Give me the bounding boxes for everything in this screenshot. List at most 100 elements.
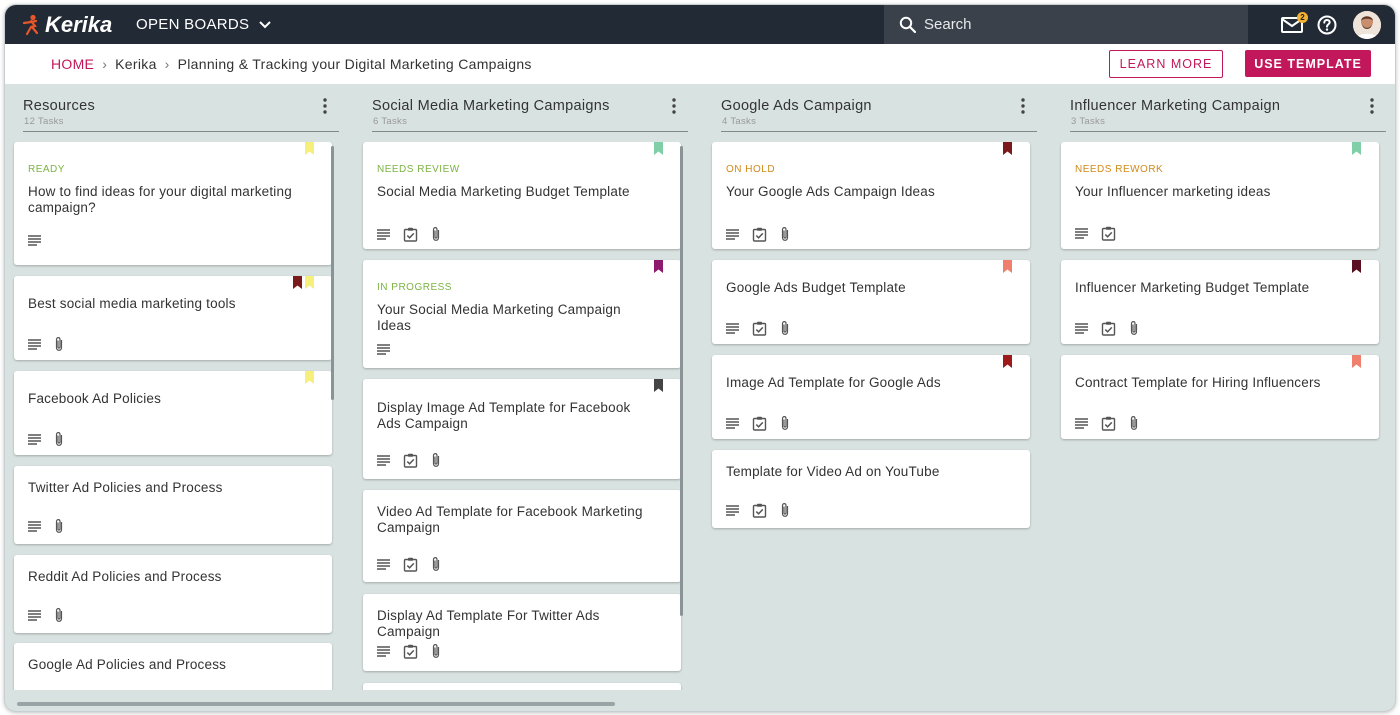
avatar[interactable] [1353,10,1381,39]
card-icons [28,235,54,246]
description-icon [377,645,390,657]
task-card[interactable] [363,683,681,690]
bookmark-flag-icon [305,276,314,289]
bookmark-flag-icon [1003,260,1012,273]
column-resources: Resources 12 Tasks READY How to find ideas … [9,84,339,690]
card-icons [377,452,454,468]
column-title: Resources [23,98,96,114]
description-icon [28,520,41,532]
column-social-media-marketing-campaigns: Social Media Marketing Campaigns 6 Tasks N… [358,84,688,690]
checklist-icon [403,227,418,242]
task-card[interactable]: Reddit Ad Policies and Process [14,555,332,633]
app-name: Kerika [45,12,113,37]
more-vertical-icon [672,98,676,114]
checklist-icon [403,557,418,572]
task-card[interactable]: Display Ad Template For Twitter Ads Camp… [363,594,681,671]
kerika-logo-icon [22,14,39,36]
attachment-icon [431,452,441,468]
use-template-button[interactable]: USE TEMPLATE [1245,50,1371,77]
card-title: Twitter Ad Policies and Process [28,480,223,495]
task-card[interactable]: Display Image Ad Template for Facebook A… [363,379,681,479]
task-card[interactable]: ON HOLD Your Google Ads Campaign Ideas [712,142,1030,249]
column-header: Google Ads Campaign 4 Tasks [707,84,1037,132]
card-list: READY How to find ideas for your digital … [9,142,339,690]
column-menu-button[interactable] [1021,98,1025,119]
task-card[interactable]: Facebook Ad Policies [14,371,332,455]
breadcrumb-board: Planning & Tracking your Digital Marketi… [177,56,532,72]
column-task-count: 3 Tasks [1071,116,1106,127]
card-title: Best social media marketing tools [28,296,236,311]
task-card[interactable]: NEEDS REVIEW Social Media Marketing Budge… [363,142,681,249]
breadcrumb-home[interactable]: HOME [51,56,94,72]
task-card[interactable]: Google Ads Budget Template [712,260,1030,344]
card-list: NEEDS REVIEW Social Media Marketing Budge… [358,142,688,690]
open-boards-menu[interactable]: OPEN BOARDS [136,5,272,44]
breadcrumb-bar: HOME › Kerika › Planning & Tracking your… [5,44,1395,84]
column-google-ads-campaign: Google Ads Campaign 4 Tasks ON HOLD Your Go… [707,84,1037,690]
card-icons [726,320,803,336]
chevron-right-icon: › [164,56,170,72]
bookmark-flag-icon [654,260,663,273]
board-horizontal-scrollbar[interactable] [17,702,615,706]
more-vertical-icon [1021,98,1025,114]
card-title: Influencer Marketing Budget Template [1075,280,1310,295]
status-label: NEEDS REVIEW [377,164,460,175]
description-icon [28,338,41,350]
attachment-icon [431,556,441,572]
task-card[interactable]: Video Ad Template for Facebook Marketing… [363,490,681,582]
attachment-icon [431,643,441,659]
bookmark-flag-icon [1352,355,1361,368]
column-header: Social Media Marketing Campaigns 6 Tasks [358,84,688,132]
avatar-icon [1353,10,1381,39]
attachment-icon [54,336,64,352]
attachment-icon [780,226,790,242]
task-card[interactable]: Influencer Marketing Budget Template [1061,260,1379,344]
task-card[interactable]: NEEDS REWORK Your Influencer marketing id… [1061,142,1379,249]
status-label: READY [28,164,65,175]
card-title: Video Ad Template for Facebook Marketing… [377,504,643,535]
search-placeholder: Search [924,16,972,33]
card-title: Reddit Ad Policies and Process [28,569,222,584]
task-card[interactable]: Best social media marketing tools [14,276,332,360]
task-card[interactable]: Contract Template for Hiring Influencers [1061,355,1379,439]
description-icon [28,235,41,246]
card-title: Display Image Ad Template for Facebook A… [377,400,631,431]
social-media-scrollbar[interactable] [680,146,683,616]
column-menu-button[interactable] [672,98,676,119]
card-icons [726,415,803,431]
attachment-icon [1129,320,1139,336]
description-icon [28,609,41,621]
bookmark-flag-icon [654,379,663,392]
description-icon [726,417,739,429]
card-title: Google Ads Budget Template [726,280,906,295]
card-title: Your Influencer marketing ideas [1075,184,1271,199]
task-card[interactable]: Image Ad Template for Google Ads [712,355,1030,439]
column-menu-button[interactable] [323,98,327,119]
description-icon [28,433,41,445]
mail-button[interactable]: 2 [1281,11,1308,33]
task-card[interactable]: IN PROGRESS Your Social Media Marketing C… [363,260,681,368]
chevron-right-icon: › [102,56,108,72]
task-card[interactable]: READY How to find ideas for your digital … [14,142,332,265]
resources-scrollbar[interactable] [331,146,334,400]
task-card[interactable]: Template for Video Ad on YouTube [712,450,1030,528]
bookmark-flag-icon [1352,142,1361,155]
kerika-logo[interactable]: Kerika [21,11,112,39]
card-list: ON HOLD Your Google Ads Campaign Ideas Goo… [707,142,1037,690]
search-box[interactable]: Search [884,5,1248,44]
status-label: IN PROGRESS [377,282,452,293]
column-menu-button[interactable] [1370,98,1374,119]
card-title: Display Ad Template For Twitter Ads Camp… [377,608,600,639]
description-icon [726,322,739,334]
help-button[interactable] [1317,15,1337,35]
breadcrumb-org[interactable]: Kerika [115,56,156,72]
app-window: Kerika OPEN BOARDS Search 2 HOME › Kerik… [4,4,1396,712]
task-card[interactable]: Google Ad Policies and Process [14,643,332,690]
task-card[interactable]: Twitter Ad Policies and Process [14,466,332,544]
bookmark-flag-icon [654,142,663,155]
checklist-icon [752,321,767,336]
card-title: Facebook Ad Policies [28,391,162,406]
search-icon [899,16,916,33]
learn-more-button[interactable]: LEARN MORE [1109,50,1223,78]
checklist-icon [752,416,767,431]
